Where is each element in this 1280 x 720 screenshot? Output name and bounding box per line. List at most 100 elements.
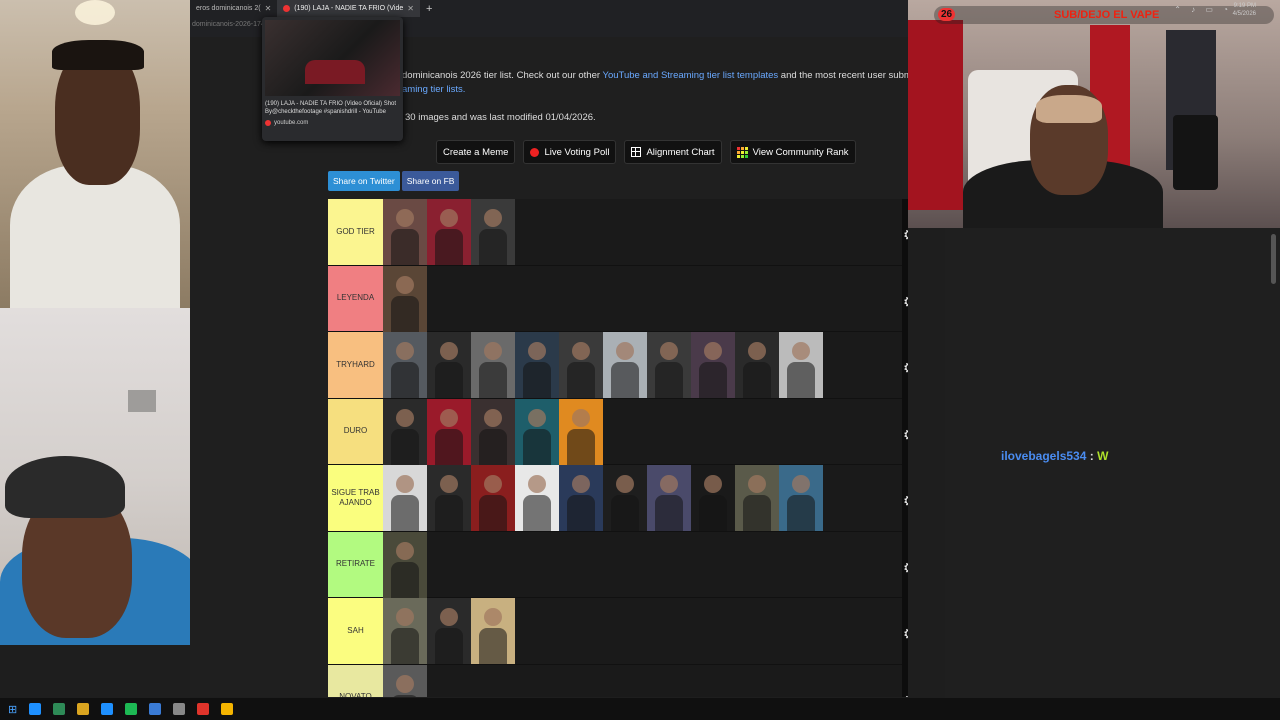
tier-item-image[interactable] xyxy=(427,598,471,664)
tier-label[interactable]: SIGUE TRAB AJANDO xyxy=(328,465,383,531)
tier-item-image[interactable] xyxy=(603,465,647,531)
windows-start-icon[interactable]: ⊞ xyxy=(8,703,17,716)
taskbar-app-icon[interactable] xyxy=(197,703,210,715)
tier-item-image[interactable] xyxy=(471,465,515,531)
tier-item-image[interactable] xyxy=(603,332,647,398)
browser-tab-active[interactable]: (190) LAJA - NADIE TA FRIO (Vide ✕ xyxy=(277,0,420,17)
gear-icon[interactable]: ⚙ xyxy=(903,559,908,577)
tier-lists-link[interactable]: aming tier lists. xyxy=(402,84,465,95)
tier-item-image[interactable] xyxy=(471,199,515,265)
chat-text: W xyxy=(1097,449,1109,463)
tier-item-image[interactable] xyxy=(515,465,559,531)
last-modified-text: 30 images and was last modified 01/04/20… xyxy=(405,112,596,123)
youtube-favicon-icon xyxy=(265,120,271,126)
chat-scrollbar[interactable] xyxy=(1271,234,1276,284)
tab-title: (190) LAJA - NADIE TA FRIO (Vide xyxy=(294,5,404,12)
url-text: dominicanois-2026-174 xyxy=(192,21,265,28)
gear-icon[interactable]: ⚙ xyxy=(903,625,908,643)
browser-tab[interactable]: eros dominicanois 2( ✕ xyxy=(190,0,277,17)
tier-label[interactable]: NOVATO xyxy=(328,664,383,697)
gear-icon[interactable]: ⚙ xyxy=(903,226,908,244)
taskbar-app-icon[interactable] xyxy=(149,703,162,715)
taskbar-app-icon[interactable] xyxy=(125,703,138,715)
gear-icon[interactable]: ⚙ xyxy=(903,426,908,444)
taskbar-app-icon[interactable] xyxy=(101,703,114,715)
grid-icon xyxy=(631,147,642,157)
tier-item-image[interactable] xyxy=(515,332,559,398)
intro-prefix: dominicanois 2026 tier list. Check out o… xyxy=(402,70,603,81)
chat-panel xyxy=(945,228,1280,698)
tier-item-image[interactable] xyxy=(383,465,427,531)
taskbar-app-icon[interactable] xyxy=(173,703,186,715)
alignment-chart-button[interactable]: Alignment Chart xyxy=(624,140,722,164)
chat-username[interactable]: ilovebagels534 xyxy=(1001,449,1086,463)
tier-label[interactable]: DURO xyxy=(328,398,383,464)
tier-item-image[interactable] xyxy=(471,398,515,465)
tab-title: eros dominicanois 2( xyxy=(196,5,261,12)
tier-item-image[interactable] xyxy=(427,332,471,398)
tier-item-image[interactable] xyxy=(427,398,471,465)
tier-item-image[interactable] xyxy=(647,465,691,531)
tier-item-image[interactable] xyxy=(383,199,427,265)
tier-item-image[interactable] xyxy=(383,531,427,598)
gear-icon[interactable]: ⚙ xyxy=(903,359,908,377)
taskbar-app-icon[interactable] xyxy=(77,703,90,715)
templates-link[interactable]: YouTube and Streaming tier list template… xyxy=(603,70,779,81)
close-icon[interactable]: ✕ xyxy=(407,4,414,13)
tier-item-image[interactable] xyxy=(647,332,691,398)
tier-item-image[interactable] xyxy=(691,465,735,531)
create-meme-button[interactable]: Create a Meme xyxy=(436,140,516,164)
share-facebook-button[interactable]: Share on FB xyxy=(401,171,460,191)
tier-item-image[interactable] xyxy=(471,332,515,398)
tier-label[interactable]: SAH xyxy=(328,598,383,664)
tier-row: SAH xyxy=(328,598,902,665)
clock[interactable]: 9:19 PM 4/5/2026 xyxy=(1233,2,1256,18)
tier-item-image[interactable] xyxy=(383,664,427,697)
tier-item-image[interactable] xyxy=(559,465,603,531)
video-thumbnail xyxy=(265,20,400,96)
tier-item-image[interactable] xyxy=(427,465,471,531)
youtube-favicon-icon xyxy=(283,5,291,12)
taskbar-app-icon[interactable] xyxy=(53,703,66,715)
taskbar-app-icon[interactable] xyxy=(29,703,42,715)
system-tray-icons[interactable]: ⌃ ♪ ▭ ◔ xyxy=(1174,5,1232,14)
tab-hover-preview: (190) LAJA - NADIE TA FRIO (Video Oficia… xyxy=(262,17,403,141)
new-tab-plus-icon[interactable]: + xyxy=(420,3,438,15)
tier-item-image[interactable] xyxy=(559,332,603,398)
tier-item-image[interactable] xyxy=(383,598,427,664)
tier-item-image[interactable] xyxy=(383,332,427,398)
tier-row-controls: ⚙⌃⌄ xyxy=(902,665,908,698)
intro-text: dominicanois 2026 tier list. Check out o… xyxy=(402,68,908,84)
tier-item-image[interactable] xyxy=(383,398,427,465)
tier-label[interactable]: LEYENDA xyxy=(328,265,383,331)
tier-item-image[interactable] xyxy=(559,398,603,465)
tier-label[interactable]: RETIRATE xyxy=(328,531,383,597)
taskbar-app-icon[interactable] xyxy=(221,703,234,715)
tier-list: GOD TIER LEYENDA TRYHARD DURO SIGUE TRAB AJA… xyxy=(328,199,902,697)
tier-item-image[interactable] xyxy=(779,465,823,531)
tier-label[interactable]: GOD TIER xyxy=(328,199,383,265)
tier-item-image[interactable] xyxy=(427,199,471,265)
tier-item-image[interactable] xyxy=(691,332,735,398)
gear-icon[interactable]: ⚙ xyxy=(903,492,908,510)
tier-item-image[interactable] xyxy=(735,332,779,398)
preview-source: youtube.com xyxy=(265,120,400,126)
tier-item-image[interactable] xyxy=(471,598,515,664)
tier-item-image[interactable] xyxy=(735,465,779,531)
tier-row-controls: ⚙⌃⌄ xyxy=(902,266,908,333)
tier-item-image[interactable] xyxy=(779,332,823,398)
tier-item-image[interactable] xyxy=(383,265,427,332)
tier-item-image[interactable] xyxy=(515,398,559,465)
gear-icon[interactable]: ⚙ xyxy=(903,692,908,698)
tier-row: LEYENDA xyxy=(328,265,902,332)
tier-label[interactable]: TRYHARD xyxy=(328,332,383,398)
webcam-streamer-2 xyxy=(0,308,202,645)
share-twitter-button[interactable]: Share on Twitter xyxy=(328,171,400,191)
view-community-rank-button[interactable]: View Community Rank xyxy=(729,140,856,164)
tier-row-controls: ⚙⌃⌄ xyxy=(902,332,908,399)
tier-items xyxy=(383,465,902,531)
gear-icon[interactable]: ⚙ xyxy=(903,293,908,311)
tier-row-controls: ⚙⌃⌄ xyxy=(902,532,908,599)
live-voting-poll-button[interactable]: Live Voting Poll xyxy=(523,140,617,164)
close-icon[interactable]: ✕ xyxy=(265,4,272,13)
